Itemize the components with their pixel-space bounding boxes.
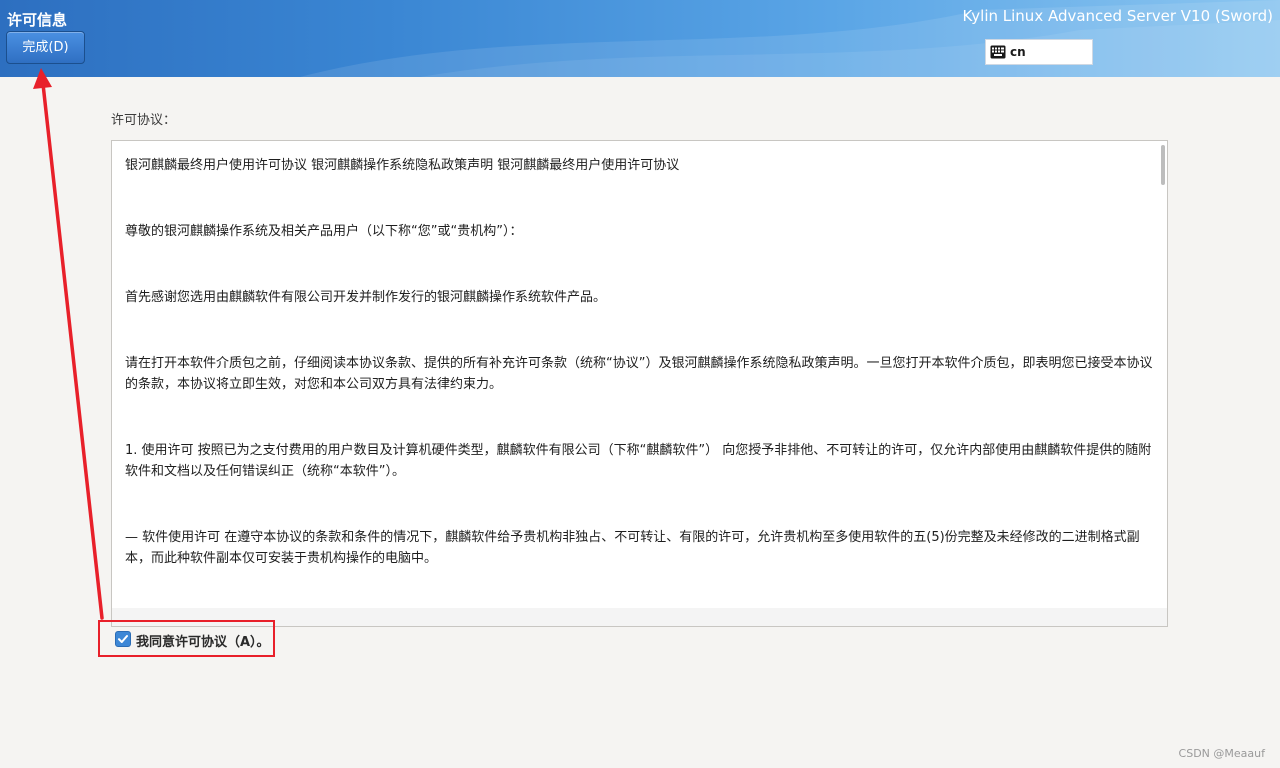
license-paragraph: 银河麒麟最终用户使用许可协议 银河麒麟操作系统隐私政策声明 银河麒麟最终用户使用… [125, 158, 680, 173]
header-bar: 许可信息 完成(D) Kylin Linux Advanced Server V… [0, 0, 1280, 77]
license-paragraph: 请在打开本软件介质包之前，仔细阅读本协议条款、提供的所有补充许可条款（统称“协议… [125, 356, 1153, 392]
license-paragraph: 1. 使用许可 按照已为之支付费用的用户数目及计算机硬件类型，麒麟软件有限公司（… [125, 443, 1152, 479]
page-title: 许可信息 [7, 11, 68, 29]
license-text-view[interactable]: 银河麒麟最终用户使用许可协议 银河麒麟操作系统隐私政策声明 银河麒麟最终用户使用… [111, 140, 1168, 627]
license-paragraph: — 软件使用许可 在遵守本协议的条款和条件的情况下，麒麟软件给予贵机构非独占、不… [125, 530, 1140, 566]
watermark-text: CSDN @Meaauf [1178, 747, 1265, 760]
done-button[interactable]: 完成(D) [6, 31, 85, 64]
license-text: 银河麒麟最终用户使用许可协议 银河麒麟操作系统隐私政策声明 银河麒麟最终用户使用… [125, 155, 1155, 614]
license-paragraph: 尊敬的银河麒麟操作系统及相关产品用户（以下称“您”或“贵机构”）： [125, 224, 523, 239]
license-scrollbar[interactable] [1160, 143, 1166, 607]
license-paragraph: 首先感谢您选用由麒麟软件有限公司开发并制作发行的银河麒麟操作系统软件产品。 [125, 290, 607, 305]
keyboard-layout-value: cn [1010, 45, 1026, 59]
license-scrollbar-thumb[interactable] [1161, 145, 1165, 185]
product-name: Kylin Linux Advanced Server V10 (Sword) [962, 7, 1273, 25]
keyboard-icon [990, 45, 1006, 59]
keyboard-layout-selector[interactable]: cn [985, 39, 1093, 65]
license-agreement-label: 许可协议： [111, 113, 177, 128]
annotation-highlight-box [98, 620, 275, 657]
